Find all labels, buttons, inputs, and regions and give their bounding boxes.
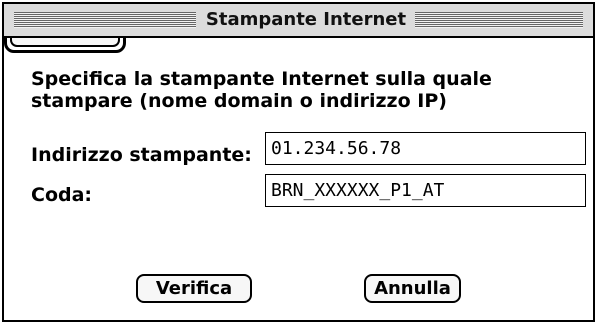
title-bar-stripes-left — [14, 12, 196, 28]
internet-printer-dialog: Stampante Internet Specifica la stampant… — [2, 2, 595, 322]
instruction-line-1: Specifica la stampante Internet sulla qu… — [31, 68, 492, 90]
instruction-line-2: stampare (nome domain o indirizzo IP) — [31, 90, 447, 112]
title-bar-stripes-right — [415, 12, 583, 28]
cancel-button[interactable]: Annulla — [364, 274, 461, 303]
dialog-title-bar[interactable]: Stampante Internet — [4, 4, 593, 38]
instruction-text: Specifica la stampante Internet sulla qu… — [31, 68, 551, 112]
verify-button[interactable]: Verifica — [136, 274, 252, 303]
queue-label: Coda: — [31, 184, 93, 206]
printer-address-label: Indirizzo stampante: — [31, 144, 252, 166]
dialog-title: Stampante Internet — [198, 9, 414, 31]
queue-input[interactable]: BRN_XXXXXX_P1_AT — [265, 174, 586, 207]
printer-address-input[interactable]: 01.234.56.78 — [265, 132, 586, 165]
